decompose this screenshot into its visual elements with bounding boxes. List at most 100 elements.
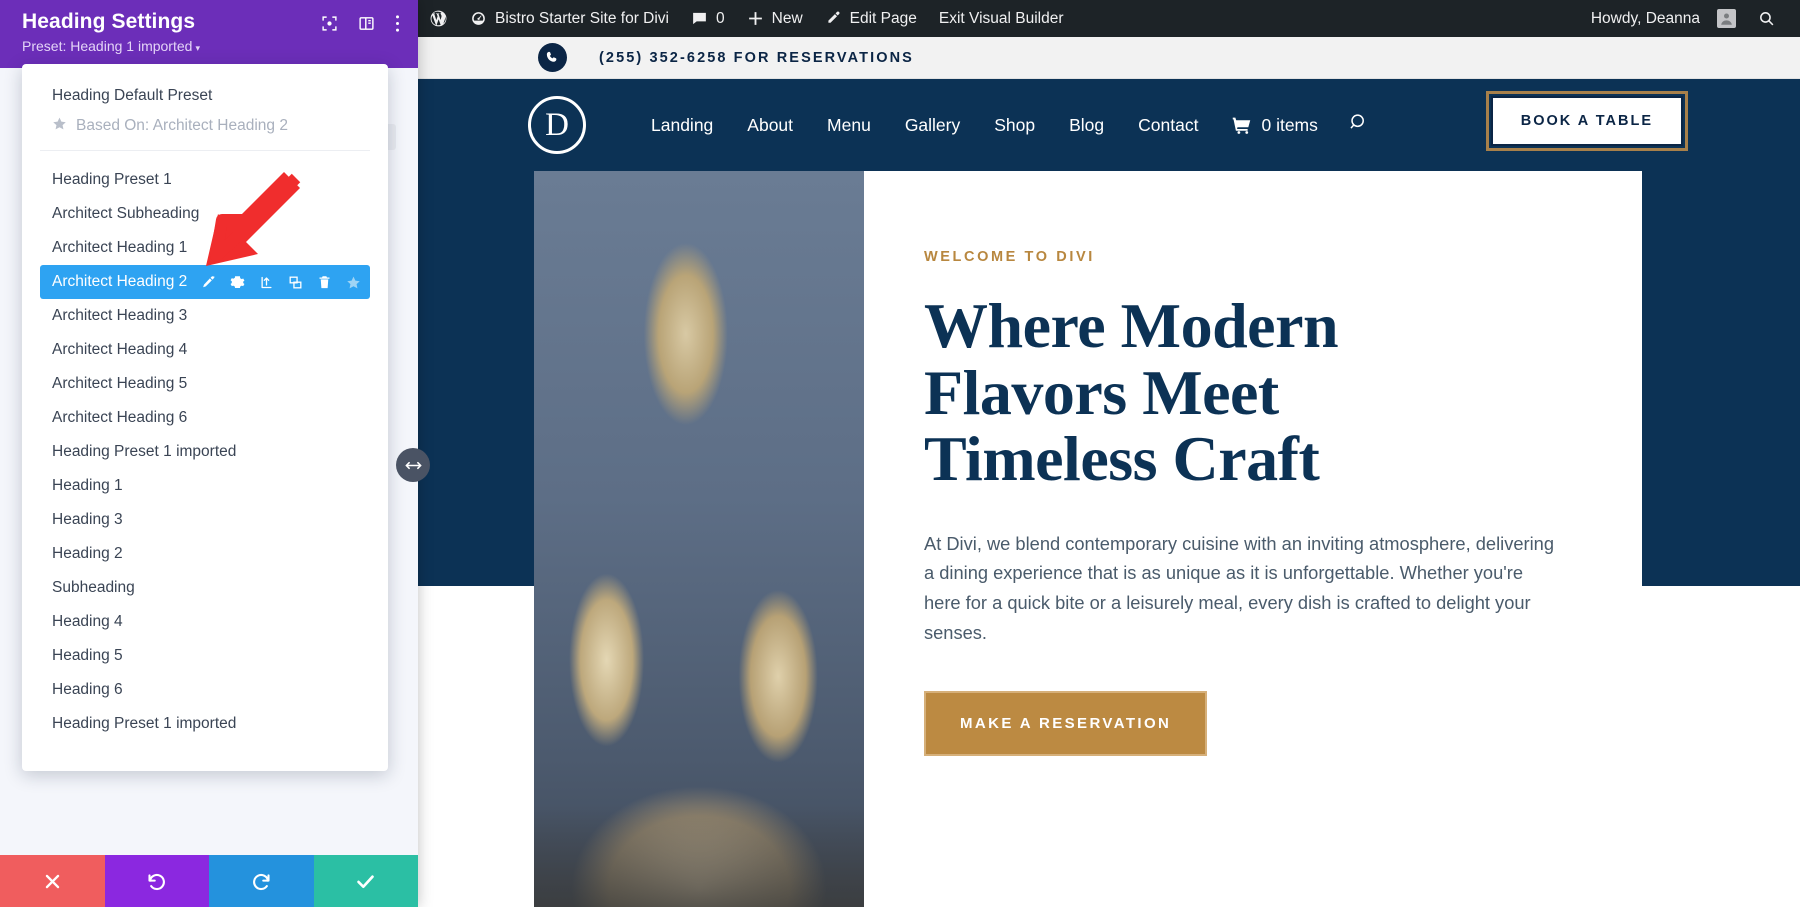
site-search-button[interactable] (1348, 112, 1369, 138)
hero-image (534, 171, 864, 907)
preset-item-label: Heading 3 (52, 511, 123, 528)
nav-link-blog[interactable]: Blog (1052, 115, 1121, 136)
wordpress-icon (429, 9, 448, 28)
undo-button[interactable] (104, 855, 209, 907)
cart-items-label: 0 items (1261, 114, 1318, 135)
preset-item[interactable]: Architect Heading 6 (40, 401, 370, 435)
preset-item[interactable]: Heading 1 (40, 469, 370, 503)
rename-pencil-icon[interactable] (201, 275, 216, 290)
preset-item-label: Architect Subheading (52, 205, 200, 222)
preset-item[interactable]: Heading 6 (40, 673, 370, 707)
preset-item-label: Subheading (52, 579, 135, 596)
preset-item-label: Heading 5 (52, 647, 123, 664)
hero-heading-line-1: Where Modern (924, 290, 1339, 361)
preset-item[interactable]: Heading Preset 1 (40, 163, 370, 197)
save-check-icon (355, 871, 376, 892)
primary-nav: Landing About Menu Gallery Shop Blog Con… (634, 115, 1215, 136)
shopping-cart-icon (1231, 115, 1252, 136)
preset-item[interactable]: Architect Subheading (40, 197, 370, 231)
preset-item[interactable]: Architect Heading 3 (40, 299, 370, 333)
make-a-reservation-button[interactable]: MAKE A RESERVATION (924, 691, 1208, 757)
redo-button[interactable] (209, 855, 314, 907)
site-header-nav: D Landing About Menu Gallery Shop Blog C… (418, 79, 1800, 171)
site-logo-letter: D (545, 106, 569, 143)
preset-item[interactable]: Architect Heading 5 (40, 367, 370, 401)
panel-footer-actions (0, 855, 418, 907)
panel-preset-label: Preset: Heading 1 imported (22, 38, 193, 54)
nav-link-contact[interactable]: Contact (1121, 115, 1215, 136)
preset-default-name[interactable]: Heading Default Preset (40, 84, 370, 108)
preset-based-on: Based On: Architect Heading 2 (40, 108, 370, 136)
delete-trash-icon[interactable] (317, 275, 332, 290)
nav-link-menu[interactable]: Menu (810, 115, 888, 136)
preset-item[interactable]: Heading Preset 1 imported (40, 707, 370, 741)
settings-gear-icon[interactable] (230, 275, 245, 290)
nav-link-about[interactable]: About (730, 115, 810, 136)
nav-link-landing[interactable]: Landing (634, 115, 730, 136)
duplicate-icon[interactable] (288, 275, 303, 290)
visual-builder-canvas: (255) 352-6258 FOR RESERVATIONS D Landin… (418, 37, 1800, 907)
set-default-star-icon[interactable] (346, 275, 361, 290)
hero-heading-line-2: Flavors Meet (924, 356, 1279, 428)
site-name-label: Bistro Starter Site for Divi (495, 9, 669, 27)
preset-item[interactable]: Heading Preset 1 imported (40, 435, 370, 469)
search-icon (1758, 10, 1775, 27)
preset-item[interactable]: Heading 4 (40, 605, 370, 639)
preset-item[interactable]: Heading 5 (40, 639, 370, 673)
preset-item-label: Heading 6 (52, 681, 123, 698)
undo-arrow-icon (146, 871, 167, 892)
hero-eyebrow: WELCOME TO DIVI (924, 249, 1095, 265)
account-menu[interactable]: Howdy, Deanna (1580, 0, 1747, 37)
new-content-menu[interactable]: New (736, 0, 814, 37)
preset-item-label: Heading Preset 1 (52, 171, 172, 188)
redo-arrow-icon (251, 871, 272, 892)
new-label: New (771, 9, 803, 27)
exit-visual-builder[interactable]: Exit Visual Builder (928, 0, 1075, 37)
site-name-menu[interactable]: Bistro Starter Site for Divi (459, 0, 680, 37)
reservations-phone-text: (255) 352-6258 FOR RESERVATIONS (599, 49, 914, 66)
cart-link[interactable]: 0 items (1215, 114, 1318, 136)
wp-logo-menu[interactable] (418, 0, 459, 37)
preset-item[interactable]: Heading 2 (40, 537, 370, 571)
star-icon (52, 116, 67, 136)
hero-heading[interactable]: Where Modern Flavors Meet Timeless Craft (924, 290, 1572, 493)
preset-list: Heading Preset 1 Architect Subheading Arch… (22, 151, 388, 741)
focus-target-icon[interactable] (321, 15, 338, 32)
preset-item-label: Heading 4 (52, 613, 123, 630)
export-icon[interactable] (259, 275, 274, 290)
panel-header-icons (321, 14, 400, 33)
panel-preset-selector[interactable]: Preset: Heading 1 imported ▾ (22, 38, 400, 54)
heading-settings-panel: Heading Settings Preset: Heading 1 impor… (0, 0, 418, 907)
hero-text-column: WELCOME TO DIVI Where Modern Flavors Mee… (864, 171, 1642, 907)
preset-item[interactable]: Architect Heading 4 (40, 333, 370, 367)
close-x-icon (43, 872, 62, 891)
plus-icon (747, 10, 764, 27)
vertical-dots-icon[interactable] (395, 14, 400, 33)
edit-page-label: Edit Page (849, 9, 917, 27)
edit-page-menu[interactable]: Edit Page (814, 0, 928, 37)
chevron-down-icon: ▾ (195, 43, 200, 53)
preset-item-selected[interactable]: Architect Heading 2 (40, 265, 370, 299)
hero-section: WELCOME TO DIVI Where Modern Flavors Mee… (418, 171, 1800, 907)
site-logo[interactable]: D (528, 96, 586, 154)
preset-item-label: Architect Heading 3 (52, 307, 188, 324)
panel-resize-handle[interactable] (396, 448, 430, 482)
preset-item[interactable]: Architect Heading 1 (40, 231, 370, 265)
preset-item-label: Architect Heading 2 (52, 273, 188, 290)
nav-link-shop[interactable]: Shop (977, 115, 1052, 136)
preset-default-block: Heading Default Preset Based On: Archite… (40, 64, 370, 151)
nav-link-gallery[interactable]: Gallery (888, 115, 977, 136)
panel-header: Heading Settings Preset: Heading 1 impor… (0, 0, 418, 68)
preset-item-label: Architect Heading 4 (52, 341, 188, 358)
preset-item[interactable]: Heading 3 (40, 503, 370, 537)
comments-menu[interactable]: 0 (680, 0, 736, 37)
preset-item[interactable]: Subheading (40, 571, 370, 605)
save-button[interactable] (313, 855, 418, 907)
panel-layout-icon[interactable] (358, 15, 375, 32)
phone-icon (538, 43, 567, 72)
preset-item-label: Heading 1 (52, 477, 123, 494)
book-a-table-button[interactable]: BOOK A TABLE (1485, 91, 1689, 151)
discard-changes-button[interactable] (0, 855, 105, 907)
preset-item-label: Heading Preset 1 imported (52, 443, 237, 460)
admin-search-button[interactable] (1747, 0, 1786, 37)
